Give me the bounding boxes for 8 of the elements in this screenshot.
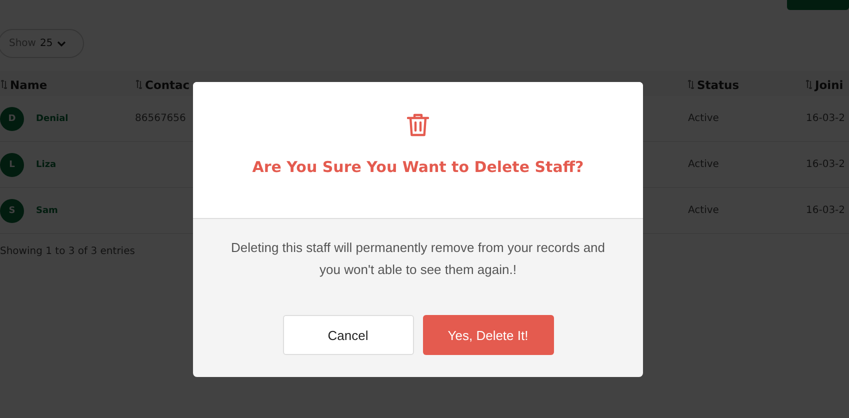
staff-name[interactable]: Denial bbox=[36, 114, 68, 124]
staff-name[interactable]: Sam bbox=[36, 206, 58, 216]
trash-icon bbox=[407, 113, 429, 137]
dialog-message: Deleting this staff will permanently remove from your records and you won't able to see them again.! bbox=[230, 239, 606, 279]
cancel-button[interactable]: Cancel bbox=[282, 315, 414, 355]
delete-button[interactable]: Yes, Delete It! bbox=[422, 315, 554, 355]
staff-name[interactable]: Liza bbox=[36, 160, 56, 170]
dialog-title: Are You Sure You Want to Delete Staff? bbox=[252, 158, 584, 176]
